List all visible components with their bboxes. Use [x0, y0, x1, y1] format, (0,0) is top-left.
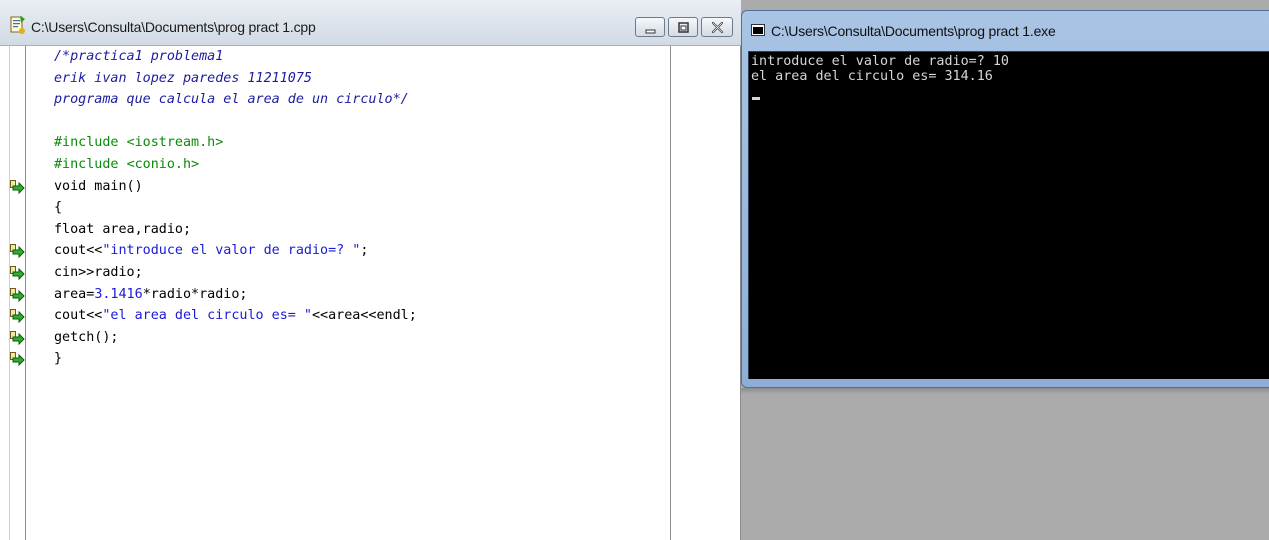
editor-titlebar[interactable]: C:\Users\Consulta\Documents\prog pract 1… [0, 0, 741, 46]
minimize-icon [645, 29, 656, 34]
minimize-button[interactable] [635, 17, 665, 37]
code-token: { [54, 200, 63, 216]
code-token: *radio*radio; [142, 286, 248, 302]
console-output-line: introduce el valor de radio=? 10 [751, 54, 1009, 69]
code-line[interactable]: float area,radio; [54, 220, 191, 240]
text-cursor [752, 97, 760, 100]
close-icon [711, 21, 724, 34]
code-line[interactable]: /*practica1 problema1 [54, 47, 223, 67]
editor-title: C:\Users\Consulta\Documents\prog pract 1… [31, 19, 316, 35]
code-token: #include [54, 135, 127, 151]
code-token: ; [360, 243, 369, 259]
code-line[interactable]: { [54, 198, 62, 218]
code-line[interactable]: erik ivan lopez paredes 11211075 [54, 69, 312, 89]
console-output[interactable]: introduce el valor de radio=? 10 el area… [748, 51, 1269, 379]
console-titlebar[interactable]: C:\Users\Consulta\Documents\prog pract 1… [742, 11, 1269, 51]
code-token: float area,radio; [54, 221, 192, 237]
code-token: erik ivan lopez paredes 11211075 [54, 70, 312, 86]
code-token: #include [54, 157, 127, 172]
code-token: "el area del circulo es= " [102, 308, 312, 324]
breakpoint-arrow-icon[interactable] [10, 352, 25, 367]
code-token: area= [54, 286, 95, 302]
editor-window: C:\Users\Consulta\Documents\prog pract 1… [0, 0, 741, 540]
code-line[interactable]: getch(); [54, 328, 119, 348]
code-token: <iostream.h> [126, 135, 224, 151]
code-line[interactable]: cin>>radio; [54, 263, 143, 283]
breakpoint-arrow-icon[interactable] [10, 330, 25, 346]
cpp-document-icon [10, 16, 25, 34]
code-token: /*practica1 problema1 [54, 49, 224, 64]
console-title: C:\Users\Consulta\Documents\prog pract 1… [771, 23, 1056, 39]
code-line[interactable]: void main() [54, 177, 143, 197]
code-token: cin>>radio; [54, 265, 143, 280]
code-line[interactable]: cout<<"el area del circulo es= "<<area<<… [54, 306, 417, 326]
window-shadow [741, 388, 1269, 394]
code-line[interactable]: #include <iostream.h> [54, 133, 223, 153]
maximize-icon [678, 22, 689, 33]
breakpoint-arrow-icon[interactable] [10, 287, 25, 303]
code-token: "introduce el valor de radio=? " [102, 243, 361, 259]
code-token: <conio.h> [126, 157, 200, 172]
code-line[interactable]: cout<<"introduce el valor de radio=? "; [54, 241, 368, 261]
code-line[interactable]: area=3.1416*radio*radio; [54, 285, 248, 305]
code-token: getch(); [54, 329, 119, 345]
maximize-button[interactable] [668, 17, 698, 37]
code-token: 3.1416 [94, 286, 143, 302]
code-line[interactable]: } [54, 349, 62, 369]
code-token: void main() [54, 178, 143, 194]
breakpoint-arrow-icon[interactable] [10, 309, 25, 324]
code-token: cout<< [54, 308, 103, 324]
code-token: programa que calcula el area de un circu… [54, 92, 409, 108]
code-line[interactable]: programa que calcula el area de un circu… [54, 90, 409, 110]
code-token: <<area<<endl; [311, 308, 417, 324]
console-output-line: el area del circulo es= 314.16 [751, 69, 993, 84]
breakpoint-arrow-icon[interactable] [10, 266, 25, 281]
code-line[interactable]: #include <conio.h> [54, 155, 199, 175]
code-token: } [54, 351, 63, 367]
console-window: C:\Users\Consulta\Documents\prog pract 1… [741, 10, 1269, 388]
breakpoint-arrow-icon[interactable] [10, 179, 25, 195]
editor-right-margin [670, 46, 671, 540]
close-button[interactable] [701, 17, 733, 37]
console-app-icon [751, 24, 765, 36]
code-token: cout<< [54, 243, 103, 259]
breakpoint-arrow-icon[interactable] [10, 244, 25, 259]
